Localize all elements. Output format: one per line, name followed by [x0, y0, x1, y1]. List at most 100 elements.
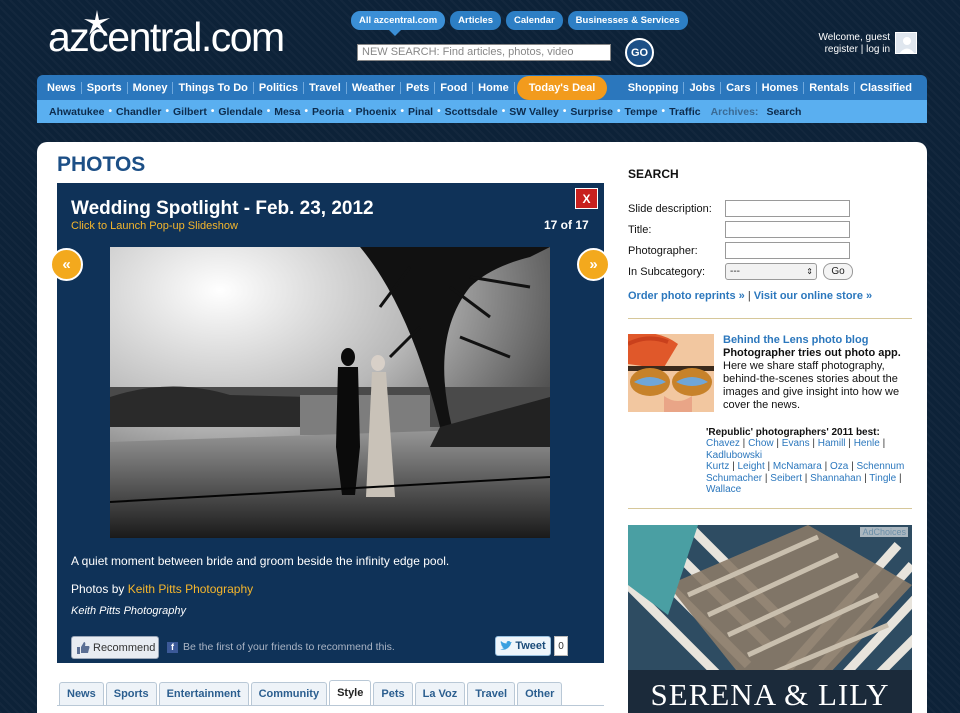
photographer-link-schumacher[interactable]: Schumacher — [706, 473, 762, 484]
blog-title-link[interactable]: Behind the Lens photo blog — [723, 334, 868, 346]
photographer-link-kadlubowski[interactable]: Kadlubowski — [706, 450, 762, 461]
slide-caption: A quiet moment between bride and groom b… — [71, 554, 450, 568]
site-search-input[interactable]: NEW SEARCH: Find articles, photos, video — [357, 44, 611, 61]
nav-item-politics[interactable]: Politics — [254, 81, 305, 94]
tab-pets[interactable]: Pets — [373, 682, 413, 705]
recommend-label: Recommend — [93, 641, 156, 654]
photographer-link-mcnamara[interactable]: McNamara — [773, 461, 822, 472]
subnav-item-glendale[interactable]: Glendale — [214, 106, 266, 118]
subnav-item-chandler[interactable]: Chandler — [112, 106, 166, 118]
title-input[interactable] — [725, 221, 850, 238]
ad-brand-text: SERENA & LILY — [650, 677, 890, 712]
subnav-item-ahwatukee[interactable]: Ahwatukee — [45, 106, 108, 118]
photographer-input[interactable] — [725, 242, 850, 259]
search-go-button[interactable]: GO — [625, 38, 654, 67]
slide-photo — [110, 247, 550, 538]
archives-search-link[interactable]: Search — [762, 106, 805, 118]
tweet-count: 0 — [554, 636, 568, 656]
photographer-link-henle[interactable]: Henle — [854, 438, 880, 449]
order-reprints-link[interactable]: Order photo reprints » — [628, 290, 745, 302]
photographer-link-chavez[interactable]: Chavez — [706, 438, 740, 449]
subnav-item-peoria[interactable]: Peoria — [308, 106, 348, 118]
subnav-item-traffic[interactable]: Traffic — [665, 106, 705, 118]
subnav-item-sw-valley[interactable]: SW Valley — [505, 106, 563, 118]
blog-thumbnail[interactable] — [628, 334, 714, 412]
nav-item-pets[interactable]: Pets — [401, 81, 436, 94]
photographer-link-kurtz[interactable]: Kurtz — [706, 461, 729, 472]
photographer-link-oza[interactable]: Oza — [830, 461, 848, 472]
next-slide-button[interactable]: » — [577, 248, 610, 281]
site-logo[interactable]: azcentral.com — [48, 10, 285, 61]
recommend-button[interactable]: Recommend — [71, 636, 159, 659]
nav-item-jobs[interactable]: Jobs — [684, 81, 722, 94]
nav-item-shopping[interactable]: Shopping — [623, 81, 685, 94]
nav-item-travel[interactable]: Travel — [304, 81, 347, 94]
subnav-item-scottsdale[interactable]: Scottsdale — [441, 106, 502, 118]
ad-choices-label[interactable]: AdChoices — [860, 527, 908, 537]
photographer-link-evans[interactable]: Evans — [782, 438, 810, 449]
chevron-left-icon: « — [62, 256, 71, 273]
top-tab-articles[interactable]: Articles — [450, 11, 501, 30]
photographer-link-wallace[interactable]: Wallace — [706, 484, 741, 495]
slide-description-input[interactable] — [725, 200, 850, 217]
field-label-title: Title: — [628, 224, 652, 236]
photographer-link-hamill[interactable]: Hamill — [818, 438, 846, 449]
nav-item-money[interactable]: Money — [128, 81, 174, 94]
tab-entertainment[interactable]: Entertainment — [158, 682, 249, 705]
sidebar-go-button[interactable]: Go — [823, 263, 853, 280]
tab-style[interactable]: Style — [329, 680, 372, 705]
nav-item-home[interactable]: Home — [473, 81, 515, 94]
nav-item-cars[interactable]: Cars — [721, 81, 757, 94]
tab-community[interactable]: Community — [250, 682, 328, 705]
blog-subtitle-link[interactable]: Photographer tries out photo app. — [723, 347, 901, 359]
tweet-label: Tweet — [515, 640, 546, 652]
register-login-link[interactable]: register | log in — [800, 44, 890, 56]
nav-item-classified[interactable]: Classified — [855, 82, 917, 94]
credit-prefix: Photos by — [71, 582, 125, 596]
nav-item-sports[interactable]: Sports — [82, 81, 128, 94]
photographer-link[interactable]: Keith Pitts Photography — [128, 582, 253, 596]
welcome-text: Welcome, guest register | log in — [800, 32, 890, 56]
subnav-item-surprise[interactable]: Surprise — [566, 106, 617, 118]
tab-news[interactable]: News — [59, 682, 104, 705]
subnav-item-tempe[interactable]: Tempe — [620, 106, 661, 118]
subnav-item-pinal[interactable]: Pinal — [404, 106, 437, 118]
nav-item-things-to-do[interactable]: Things To Do — [173, 81, 254, 94]
subnav-item-gilbert[interactable]: Gilbert — [169, 106, 211, 118]
nav-item-rentals[interactable]: Rentals — [804, 81, 856, 94]
nav-item-news[interactable]: News — [42, 81, 82, 94]
nav-item-homes[interactable]: Homes — [757, 81, 805, 94]
subcategory-select[interactable]: --- ⇕ — [725, 263, 817, 280]
previous-slide-button[interactable]: « — [50, 248, 83, 281]
tweet-button[interactable]: Tweet — [495, 636, 551, 656]
user-avatar-icon[interactable] — [895, 32, 917, 54]
top-tab-calendar[interactable]: Calendar — [506, 11, 563, 30]
advertisement-banner[interactable]: AdChoices SERENA & LILY — [628, 525, 912, 713]
secondary-nav: Ahwatukee • Chandler • Gilbert • Glendale • Mesa… — [37, 100, 927, 123]
primary-nav: News Sports Money Things To Do Politics Trave… — [37, 75, 927, 100]
separator: | — [879, 438, 886, 449]
subnav-item-mesa[interactable]: Mesa — [270, 106, 304, 118]
top-tab-businesses-services[interactable]: Businesses & Services — [567, 11, 688, 30]
visit-store-link[interactable]: Visit our online store » — [754, 290, 872, 302]
archives-label: Archives: — [710, 105, 759, 118]
nav-item-food[interactable]: Food — [435, 81, 474, 94]
photographer-link-tingle[interactable]: Tingle — [869, 473, 896, 484]
photographer-link-schennum[interactable]: Schennum — [856, 461, 904, 472]
subnav-item-phoenix[interactable]: Phoenix — [352, 106, 401, 118]
photographer-link-shannahan[interactable]: Shannahan — [810, 473, 861, 484]
tab-travel[interactable]: Travel — [467, 682, 516, 705]
chevron-updown-icon: ⇕ — [806, 267, 813, 276]
photographer-link-leight[interactable]: Leight — [738, 461, 765, 472]
tab-sports[interactable]: Sports — [105, 682, 157, 705]
nav-item-weather[interactable]: Weather — [347, 81, 402, 94]
photographer-link-seibert[interactable]: Seibert — [770, 473, 802, 484]
launch-popup-link[interactable]: Click to Launch Pop-up Slideshow — [71, 220, 238, 232]
tab-other[interactable]: Other — [517, 682, 563, 705]
top-tab-all-azcentral-com[interactable]: All azcentral.com — [351, 11, 446, 36]
close-button[interactable]: X — [575, 188, 598, 209]
nav-item-todays-deal[interactable]: Today's Deal — [516, 75, 608, 100]
photographer-link-chow[interactable]: Chow — [748, 438, 774, 449]
tab-la-voz[interactable]: La Voz — [414, 682, 466, 705]
photographers-list: Chavez | Chow | Evans | Hamill | Henle |… — [706, 438, 916, 496]
